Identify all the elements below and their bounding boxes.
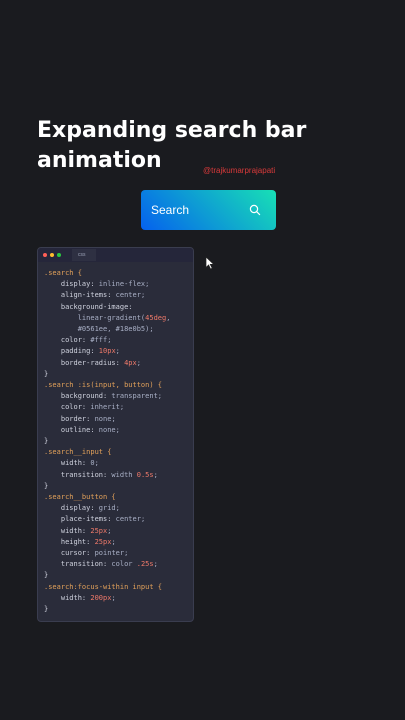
minimize-dot[interactable]	[50, 253, 54, 257]
code-line: background: transparent;	[60, 392, 163, 401]
code-line: }	[44, 571, 49, 580]
code-line: background-image:	[60, 302, 133, 311]
code-line: place-items: center;	[60, 515, 146, 524]
close-dot[interactable]	[43, 253, 47, 257]
code-editor: css .search { display: inline-flex; alig…	[37, 247, 194, 622]
code-line: width: 25px;	[60, 526, 112, 535]
code-line: width: 0;	[60, 459, 99, 468]
code-line: transition: color .25s;	[60, 560, 158, 569]
code-line: align-items: center;	[60, 291, 146, 300]
title-line-2: animation	[37, 148, 162, 173]
maximize-dot[interactable]	[57, 253, 61, 257]
title-line-1: Expanding search bar	[37, 118, 307, 143]
search-button[interactable]	[244, 199, 266, 221]
code-line: .search__button {	[44, 493, 116, 502]
code-line: outline: none;	[60, 425, 120, 434]
code-line: transition: width 0.5s;	[60, 470, 158, 479]
code-line: .search:focus-within input {	[44, 582, 163, 591]
code-line: display: grid;	[60, 504, 120, 513]
author-credit: @trajkumarprajapati	[203, 166, 276, 175]
code-line: cursor: pointer;	[60, 549, 129, 558]
css-code-block: .search { display: inline-flex; align-it…	[38, 262, 193, 615]
code-line: width: 200px;	[60, 593, 116, 602]
code-line: padding: 10px;	[60, 347, 120, 356]
search-input[interactable]: Search	[151, 203, 189, 217]
search-icon	[249, 204, 261, 216]
code-line: .search :is(input, button) {	[44, 381, 163, 390]
code-line: color: inherit;	[60, 403, 125, 412]
mouse-cursor-icon	[205, 256, 215, 270]
search-bar-demo[interactable]: Search	[141, 190, 276, 230]
code-line: border-radius: 4px;	[60, 358, 141, 367]
code-line: #0561ee, #18e0b5);	[44, 325, 154, 334]
code-line: border: none;	[60, 414, 116, 423]
code-line: color: #fff;	[60, 336, 112, 345]
code-line: .search__input {	[44, 448, 112, 457]
code-line: height: 25px;	[60, 537, 116, 546]
code-line: .search {	[44, 269, 82, 277]
tab-css[interactable]: css	[72, 249, 96, 261]
code-line: }	[44, 369, 49, 378]
code-line: display: inline-flex;	[60, 280, 150, 289]
code-line: }	[44, 605, 49, 614]
code-line: }	[44, 437, 49, 446]
editor-titlebar: css	[38, 248, 193, 262]
code-line: linear-gradient(45deg,	[44, 313, 171, 322]
code-line: }	[44, 481, 49, 490]
